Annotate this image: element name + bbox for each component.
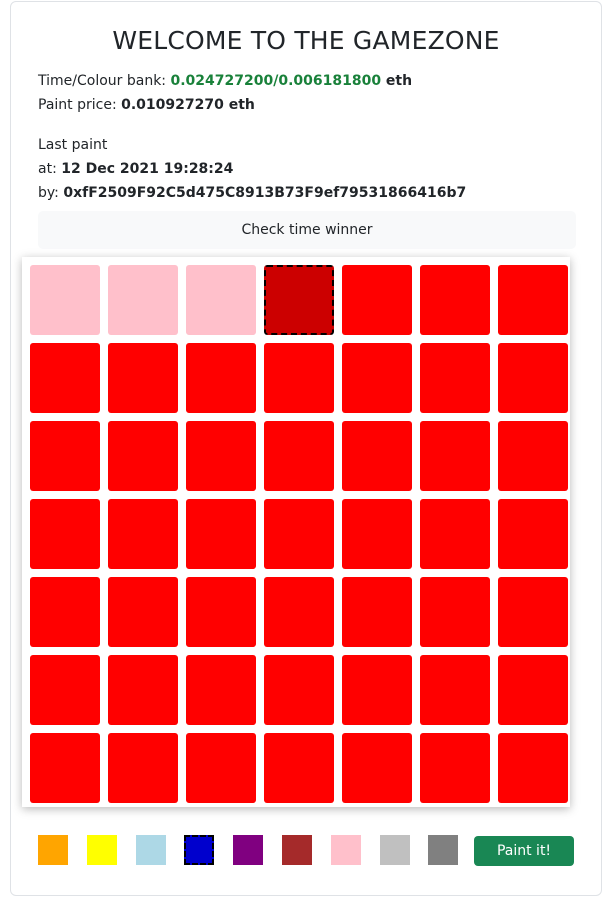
board-cell-3-5[interactable] [420, 499, 490, 569]
board-cell-6-6[interactable] [498, 733, 568, 803]
board-cell-5-6[interactable] [498, 655, 568, 725]
board-cell-2-5[interactable] [420, 421, 490, 491]
board-cell-0-1[interactable] [108, 265, 178, 335]
board-cell-1-4[interactable] [342, 343, 412, 413]
board-cell-0-3[interactable] [263, 264, 335, 336]
board-cell-0-4[interactable] [342, 265, 412, 335]
palette-color-pink[interactable] [330, 835, 361, 865]
board-cell-1-1[interactable] [108, 343, 178, 413]
colour-bank-value: 0.006181800 [278, 73, 382, 89]
board-cell-1-0[interactable] [30, 343, 100, 413]
board-cell-4-0[interactable] [30, 577, 100, 647]
last-paint-by-value: 0xfF2509F92C5d475C8913B73F9ef79531866416… [63, 185, 467, 201]
board-cell-5-0[interactable] [30, 655, 100, 725]
board-cell-3-2[interactable] [186, 499, 256, 569]
palette-color-lightblue[interactable] [135, 835, 166, 865]
board-cell-6-0[interactable] [30, 733, 100, 803]
time-bank-value: 0.024727200 [170, 73, 274, 89]
board-cell-1-5[interactable] [420, 343, 490, 413]
board-cell-5-1[interactable] [108, 655, 178, 725]
board-cell-1-2[interactable] [186, 343, 256, 413]
board-cell-2-2[interactable] [186, 421, 256, 491]
board-cell-2-6[interactable] [498, 421, 568, 491]
board-cell-3-6[interactable] [498, 499, 568, 569]
board-cell-2-4[interactable] [342, 421, 412, 491]
board-cell-5-4[interactable] [342, 655, 412, 725]
board-cell-0-2[interactable] [186, 265, 256, 335]
board-cell-4-3[interactable] [264, 577, 334, 647]
bank-unit: eth [381, 73, 413, 89]
price-label: Paint price: [38, 97, 122, 113]
board-cell-2-3[interactable] [264, 421, 334, 491]
paint-board [22, 257, 570, 807]
board-cell-3-0[interactable] [30, 499, 100, 569]
board-cell-6-4[interactable] [342, 733, 412, 803]
last-paint-at-label: at: [38, 161, 62, 177]
board-cell-2-0[interactable] [30, 421, 100, 491]
bank-info: Time/Colour bank: 0.024727200/0.00618180… [38, 71, 412, 91]
palette-color-silver[interactable] [379, 835, 410, 865]
board-cell-4-1[interactable] [108, 577, 178, 647]
board-cell-5-5[interactable] [420, 655, 490, 725]
page-title: WELCOME TO THE GAMEZONE [112, 26, 500, 55]
board-cell-4-4[interactable] [342, 577, 412, 647]
board-cell-6-3[interactable] [264, 733, 334, 803]
board-cell-3-1[interactable] [108, 499, 178, 569]
palette-color-brown[interactable] [282, 835, 312, 865]
board-cell-4-6[interactable] [498, 577, 568, 647]
board-cell-5-2[interactable] [186, 655, 256, 725]
price-info: Paint price: 0.010927270 eth [38, 95, 255, 115]
palette-color-yellow[interactable] [86, 835, 117, 865]
board-cell-5-3[interactable] [264, 655, 334, 725]
board-cell-0-6[interactable] [498, 265, 568, 335]
board-cell-4-2[interactable] [186, 577, 256, 647]
last-paint-at-value: 12 Dec 2021 19:28:24 [61, 161, 234, 177]
palette-color-blue[interactable] [184, 835, 215, 865]
last-paint-at: at: 12 Dec 2021 19:28:24 [38, 159, 233, 179]
board-cell-3-3[interactable] [264, 499, 334, 569]
palette-color-orange[interactable] [38, 835, 68, 865]
board-cell-1-6[interactable] [498, 343, 568, 413]
board-cell-3-4[interactable] [342, 499, 412, 569]
board-cell-0-0[interactable] [30, 265, 100, 335]
board-cell-2-1[interactable] [108, 421, 178, 491]
board-cell-4-5[interactable] [420, 577, 490, 647]
board-cell-1-3[interactable] [264, 343, 334, 413]
price-value: 0.010927270 eth [121, 97, 255, 113]
paint-button[interactable]: Paint it! [474, 836, 574, 866]
board-cell-6-1[interactable] [108, 733, 178, 803]
palette-color-gray[interactable] [428, 835, 459, 865]
bank-label: Time/Colour bank: [38, 73, 171, 89]
board-cell-0-5[interactable] [420, 265, 490, 335]
last-paint-by-label: by: [38, 185, 64, 201]
last-paint-by: by: 0xfF2509F92C5d475C8913B73F9ef7953186… [38, 183, 466, 203]
board-cell-6-5[interactable] [420, 733, 490, 803]
palette-color-purple[interactable] [233, 835, 264, 865]
board-cell-6-2[interactable] [186, 733, 256, 803]
last-paint-heading: Last paint [38, 137, 108, 153]
check-time-winner-button[interactable]: Check time winner [38, 211, 576, 249]
